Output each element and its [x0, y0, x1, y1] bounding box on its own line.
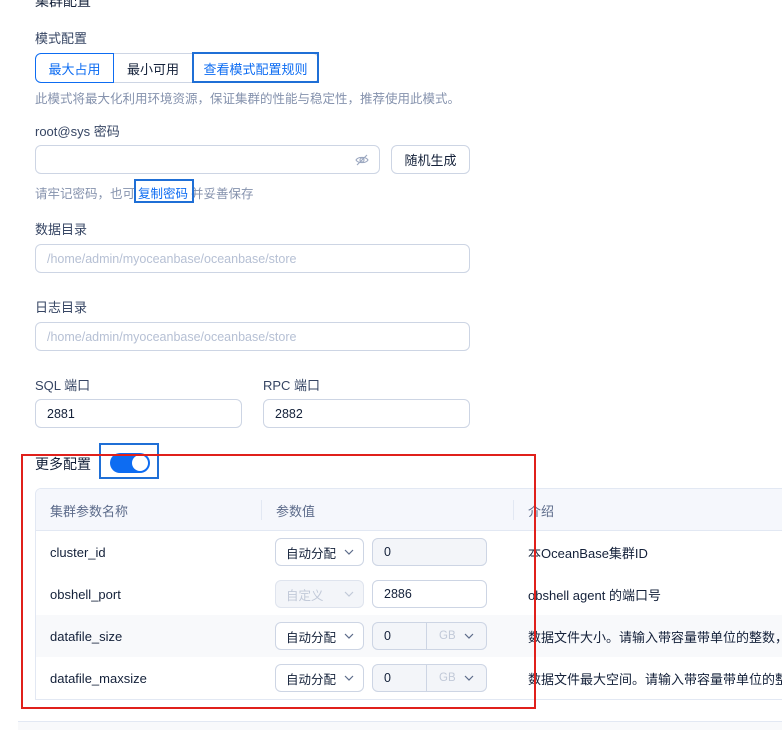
more-config-highlight	[21, 454, 536, 709]
password-label: root@sys 密码	[35, 124, 120, 139]
password-hint-prefix: 请牢记密码，也可	[35, 187, 136, 201]
mode-description: 此模式将最大化利用环境资源，保证集群的性能与稳定性，推荐使用此模式。	[35, 92, 461, 106]
eye-invisible-icon[interactable]	[355, 153, 369, 167]
data-dir-label: 数据目录	[35, 222, 88, 237]
log-dir-placeholder: /home/admin/myoceanbase/oceanbase/store	[47, 329, 297, 344]
param-intro: 数据文件最大空间。请输入带容量带单位的整数	[528, 671, 782, 687]
rules-link-highlight	[192, 52, 319, 83]
data-dir-placeholder: /home/admin/myoceanbase/oceanbase/store	[47, 251, 297, 266]
rpc-port-label: RPC 端口	[263, 378, 321, 393]
param-intro: 本OceanBase集群ID	[528, 545, 648, 561]
mode-option-min[interactable]: 最小可用	[114, 53, 193, 83]
rpc-port-input[interactable]: 2882	[263, 399, 470, 428]
password-input[interactable]	[35, 145, 380, 174]
sql-port-value: 2881	[47, 406, 75, 421]
generate-password-button[interactable]: 随机生成	[391, 145, 470, 174]
log-dir-input[interactable]: /home/admin/myoceanbase/oceanbase/store	[35, 322, 470, 351]
mode-config-label: 模式配置	[35, 31, 88, 46]
data-dir-input[interactable]: /home/admin/myoceanbase/oceanbase/store	[35, 244, 470, 273]
sql-port-input[interactable]: 2881	[35, 399, 242, 428]
log-dir-label: 日志目录	[35, 300, 88, 315]
section-title: 集群配置	[35, 0, 91, 9]
mode-option-max[interactable]: 最大占用	[35, 53, 114, 83]
bottom-panel-edge	[18, 721, 782, 730]
param-intro: 数据文件大小。请输入带容量带单位的整数，如	[528, 629, 782, 645]
password-hint-suffix: 并妥善保存	[191, 187, 254, 201]
sql-port-label: SQL 端口	[35, 378, 91, 393]
param-intro: obshell agent 的端口号	[528, 587, 661, 603]
rpc-port-value: 2882	[275, 406, 303, 421]
copy-password-highlight	[134, 179, 194, 203]
